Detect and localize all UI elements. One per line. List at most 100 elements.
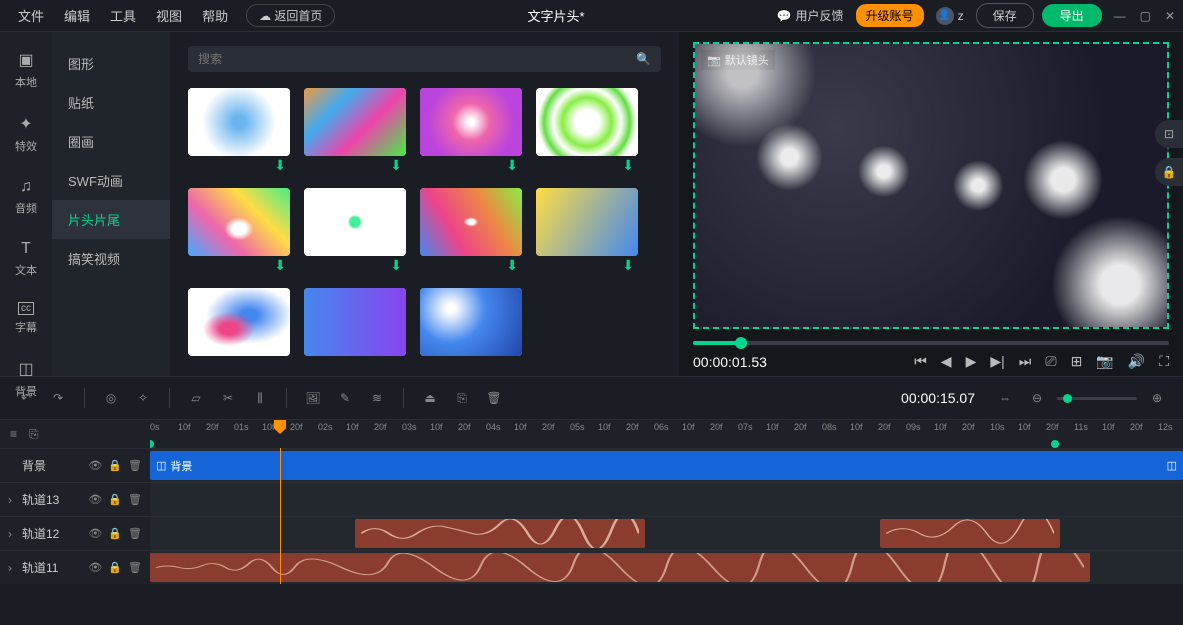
snapshot-button[interactable]: 📷: [1096, 353, 1113, 370]
zoom-slider[interactable]: [1057, 397, 1137, 400]
asset-thumb[interactable]: [188, 288, 290, 356]
tracks-copy-button[interactable]: ⎘: [29, 427, 39, 442]
cat-intro-outro[interactable]: 片头片尾: [52, 200, 170, 239]
export-button[interactable]: 导出: [1042, 4, 1102, 27]
crop-tool[interactable]: ⊡: [1155, 120, 1183, 148]
preview-canvas[interactable]: 📷 默认镜头: [693, 42, 1169, 329]
expand-icon[interactable]: ›: [8, 561, 16, 575]
ratio-button[interactable]: ▱: [184, 386, 208, 410]
lock-icon[interactable]: 🔒: [108, 561, 122, 574]
undo-button[interactable]: ↶: [14, 386, 38, 410]
step-back-button[interactable]: ◀: [941, 353, 952, 370]
preview-slider[interactable]: [693, 341, 1169, 345]
trash-icon[interactable]: 🗑: [128, 527, 142, 540]
search-input[interactable]: [198, 52, 636, 66]
image-button[interactable]: 🖼: [301, 386, 325, 410]
redo-button[interactable]: ↷: [46, 386, 70, 410]
zoom-out-button[interactable]: ⊖: [1025, 386, 1049, 410]
expand-icon[interactable]: ›: [8, 493, 16, 507]
cat-shapes[interactable]: 图形: [52, 44, 170, 83]
close-button[interactable]: ✕: [1165, 9, 1175, 23]
cat-circle-draw[interactable]: 圈画: [52, 122, 170, 161]
split-button[interactable]: ⫼: [248, 386, 272, 410]
tab-audio[interactable]: ♫音频: [15, 178, 37, 216]
upgrade-button[interactable]: 升级账号: [856, 4, 924, 27]
download-icon[interactable]: ⬇: [622, 257, 634, 274]
audio-clip[interactable]: [355, 519, 645, 548]
prev-frame-button[interactable]: ⏮: [914, 353, 927, 370]
visibility-icon[interactable]: 👁: [88, 561, 102, 574]
download-icon[interactable]: ⬇: [390, 257, 402, 274]
asset-thumb[interactable]: [188, 88, 290, 156]
maximize-button[interactable]: ▢: [1140, 9, 1151, 23]
expand-icon[interactable]: ›: [8, 527, 16, 541]
play-button[interactable]: ▶: [966, 353, 977, 370]
user-menu[interactable]: 👤 z: [936, 7, 964, 25]
lock-tool[interactable]: 🔒: [1155, 158, 1183, 186]
cat-stickers[interactable]: 贴纸: [52, 83, 170, 122]
visibility-icon[interactable]: 👁: [88, 459, 102, 472]
crop-button[interactable]: ✂: [216, 386, 240, 410]
asset-thumb[interactable]: [304, 188, 406, 256]
asset-thumb[interactable]: [304, 88, 406, 156]
visibility-icon[interactable]: 👁: [88, 527, 102, 540]
next-frame-button[interactable]: ⏭: [1019, 353, 1032, 370]
tab-local[interactable]: ▣本地: [15, 50, 37, 90]
edit-button[interactable]: ✎: [333, 386, 357, 410]
tab-effects[interactable]: ✦特效: [15, 114, 37, 154]
in-marker[interactable]: [150, 440, 154, 448]
layers-button[interactable]: ≋: [365, 386, 389, 410]
search-icon[interactable]: 🔍: [636, 52, 651, 66]
step-forward-button[interactable]: ▶|: [990, 353, 1004, 370]
lock-icon[interactable]: 🔒: [108, 459, 122, 472]
asset-thumb[interactable]: [304, 288, 406, 356]
tab-text[interactable]: T文本: [15, 240, 37, 278]
asset-thumb[interactable]: [536, 88, 638, 156]
search-bar[interactable]: 🔍: [188, 46, 661, 72]
tracks-menu-button[interactable]: ≡: [10, 427, 17, 441]
playhead[interactable]: [274, 420, 286, 434]
menu-view[interactable]: 视图: [146, 6, 192, 25]
asset-thumb[interactable]: [536, 188, 638, 256]
copy-button[interactable]: ⎘: [450, 386, 474, 410]
feedback-button[interactable]: 💬 用户反馈: [777, 7, 844, 24]
fit-button[interactable]: ⇔: [993, 386, 1017, 410]
audio-clip[interactable]: [880, 519, 1060, 548]
download-icon[interactable]: ⬇: [390, 157, 402, 174]
download-icon[interactable]: ⬇: [506, 257, 518, 274]
volume-button[interactable]: 🔊: [1128, 353, 1145, 370]
home-button[interactable]: ☁ 返回首页: [246, 4, 335, 27]
target-button[interactable]: ◎: [99, 386, 123, 410]
audio-clip[interactable]: [150, 553, 1090, 582]
grid-button[interactable]: ⊞: [1071, 353, 1083, 370]
cat-funny[interactable]: 搞笑视频: [52, 239, 170, 278]
time-ruler[interactable]: 0s10f20f01s10f20f02s10f20f03s10f20f04s10…: [150, 420, 1183, 448]
trash-icon[interactable]: 🗑: [128, 459, 142, 472]
download-icon[interactable]: ⬇: [622, 157, 634, 174]
save-button[interactable]: 保存: [976, 3, 1034, 28]
download-icon[interactable]: ⬇: [274, 157, 286, 174]
minimize-button[interactable]: —: [1114, 9, 1126, 23]
menu-tools[interactable]: 工具: [100, 6, 146, 25]
bg-clip[interactable]: ◫ 背景 ◫: [150, 451, 1183, 480]
menu-file[interactable]: 文件: [8, 6, 54, 25]
screenshot-button[interactable]: ⎚: [1045, 353, 1056, 370]
zoom-in-button[interactable]: ⊕: [1145, 386, 1169, 410]
menu-edit[interactable]: 编辑: [54, 6, 100, 25]
export-clip-button[interactable]: ⏏: [418, 386, 442, 410]
trash-icon[interactable]: 🗑: [128, 561, 142, 574]
locate-button[interactable]: ✧: [131, 386, 155, 410]
fullscreen-button[interactable]: ⛶: [1159, 353, 1169, 370]
lock-icon[interactable]: 🔒: [108, 527, 122, 540]
asset-thumb[interactable]: [420, 88, 522, 156]
out-marker[interactable]: [1051, 440, 1059, 448]
lock-icon[interactable]: 🔒: [108, 493, 122, 506]
slider-thumb[interactable]: [735, 337, 747, 349]
delete-button[interactable]: 🗑: [482, 386, 506, 410]
asset-thumb[interactable]: [420, 288, 522, 356]
visibility-icon[interactable]: 👁: [88, 493, 102, 506]
trash-icon[interactable]: 🗑: [128, 493, 142, 506]
download-icon[interactable]: ⬇: [274, 257, 286, 274]
asset-thumb[interactable]: [420, 188, 522, 256]
menu-help[interactable]: 帮助: [192, 6, 238, 25]
